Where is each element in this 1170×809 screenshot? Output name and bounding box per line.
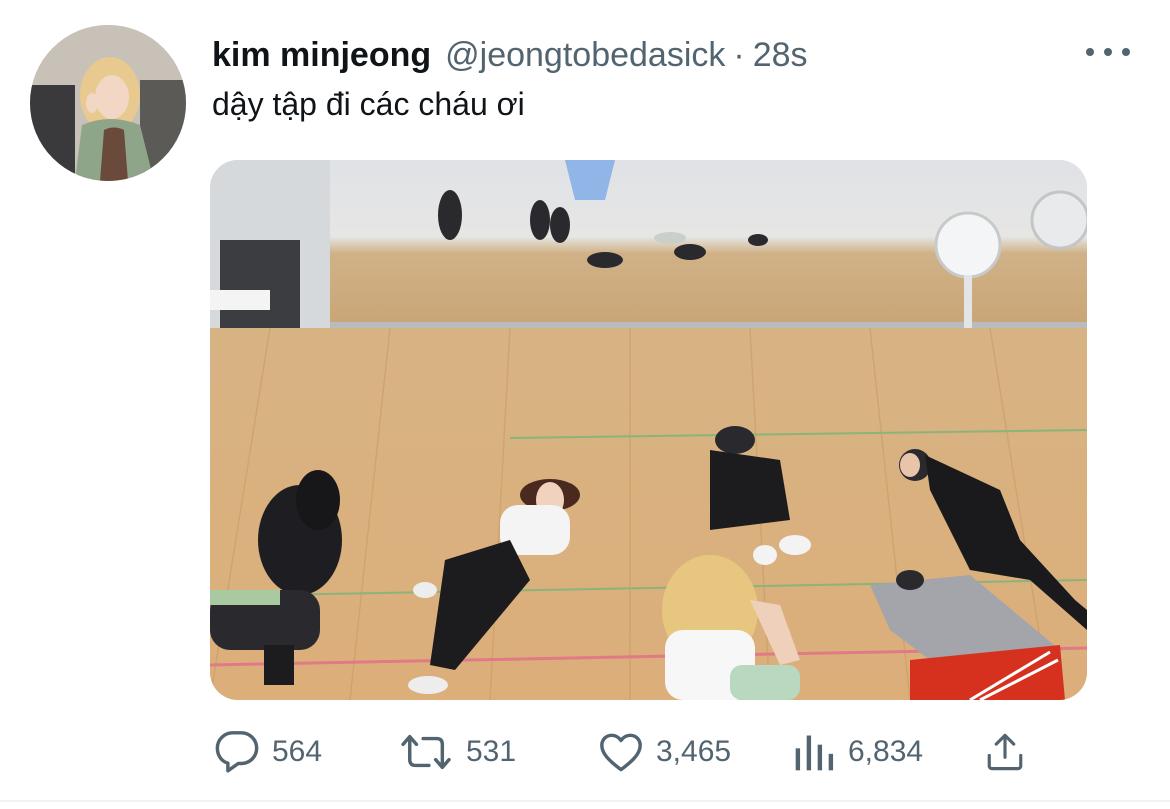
share-upload-icon: [987, 733, 1023, 771]
display-name[interactable]: kim minjeong: [212, 36, 431, 75]
avatar[interactable]: [30, 25, 186, 181]
like-button[interactable]: 3,465: [598, 722, 731, 782]
views-count: 6,834: [848, 735, 924, 768]
more-horizontal-icon[interactable]: [1086, 40, 1130, 64]
tweet-text: dậy tập đi các cháu ơi: [212, 86, 525, 122]
tweet-actions: 564 531 3,465 6,834: [0, 722, 1170, 782]
tweet: kim minjeong @jeongtobedasick · 28s dậy …: [0, 0, 1170, 809]
speech-bubble-icon: [215, 731, 259, 773]
heart-icon: [600, 733, 642, 772]
like-count: 3,465: [656, 735, 732, 768]
views-button[interactable]: 6,834: [792, 722, 923, 782]
divider: [0, 800, 1170, 802]
timestamp[interactable]: 28s: [753, 36, 808, 75]
tweet-header: kim minjeong @jeongtobedasick · 28s: [212, 36, 808, 76]
avatar-image: [30, 25, 186, 181]
separator-dot: ·: [733, 36, 745, 74]
share-button[interactable]: [984, 722, 1026, 782]
tweet-photo[interactable]: [210, 160, 1087, 700]
more-dot: [1104, 48, 1112, 56]
retweet-count: 531: [466, 735, 517, 768]
reply-count: 564: [272, 735, 323, 768]
bar-chart-icon: [795, 735, 834, 771]
more-dot: [1086, 48, 1094, 56]
reply-button[interactable]: 564: [214, 722, 322, 782]
retweet-button[interactable]: 531: [400, 722, 516, 782]
user-handle[interactable]: @jeongtobedasick: [445, 36, 725, 75]
more-dot: [1122, 48, 1130, 56]
dance-studio-photo: [210, 160, 1087, 700]
retweet-arrows-icon: [401, 734, 451, 770]
